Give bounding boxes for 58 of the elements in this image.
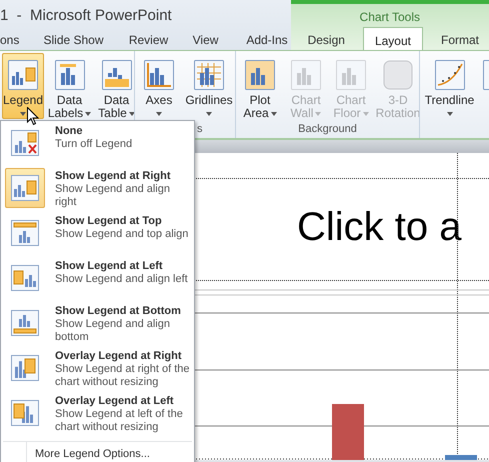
trendline-button[interactable]: Trendline [422, 53, 477, 119]
menu-item[interactable]: Show Legend at Top Show Legend and top align [1, 213, 194, 258]
menu-item-title: Show Legend at Right [55, 170, 172, 183]
more-options-item[interactable]: More Legend Options... [35, 446, 150, 462]
ribbon-tab[interactable]: View [193, 28, 218, 50]
menu-item-title: None [55, 125, 84, 138]
menu-item[interactable]: Show Legend at Right Show Legend and align right [1, 168, 194, 213]
menu-item-description: Show Legend and align left [55, 273, 189, 286]
legend-layout-icon [10, 308, 40, 338]
menu-item-description: Show Legend and align bottom [55, 318, 171, 344]
chart-labels-icon [54, 59, 86, 91]
menu-item[interactable]: Show Legend at Left Show Legend and align left [1, 258, 194, 303]
chart-legend-icon [7, 59, 39, 91]
menu-item-title: Show Legend at Bottom [55, 305, 182, 318]
menu-item-description: Show Legend and align right [55, 183, 171, 209]
contextual-title: Chart Tools [360, 9, 420, 26]
menu-item-description: Show Legend at right of the chart without resizing [55, 363, 190, 389]
menu-item-description: Show Legend and top align [55, 228, 190, 241]
chart-table-icon [100, 59, 132, 91]
group-label: Background [298, 122, 357, 137]
legend-layout-icon [10, 128, 40, 158]
menu-item-title: Show Legend at Top [55, 215, 163, 228]
gridlines-icon [193, 59, 225, 91]
chart-wall-icon [290, 59, 322, 91]
ribbon-tab[interactable]: Design [298, 27, 355, 50]
data-table-button[interactable]: Data Table [95, 53, 134, 119]
ribbon-tab[interactable]: Review [130, 28, 167, 50]
plot-area-button[interactable]: Plot Area [238, 53, 282, 119]
data-labels-button[interactable]: Data Labels [47, 53, 92, 119]
rounded-square-icon [382, 59, 414, 91]
chart-floor-icon [335, 59, 367, 91]
plot-area-icon [244, 59, 276, 91]
axes-button[interactable]: Axes [137, 53, 181, 119]
ribbon-tab[interactable]: Format [430, 27, 489, 50]
menu-item[interactable]: None Turn off Legend [1, 123, 194, 168]
group-label: s [197, 122, 202, 137]
ribbon-tab[interactable]: ons [0, 28, 20, 50]
menu-item-title: Show Legend at Left [55, 260, 164, 273]
menu-item-description: Show Legend at left of the chart without resizing [55, 408, 184, 434]
legend-layout-icon [10, 398, 40, 428]
legend-layout-icon [10, 353, 40, 383]
menu-item[interactable]: Show Legend at Bottom Show Legend and align bottom [1, 303, 194, 348]
legend-layout-icon [10, 263, 40, 293]
ribbon-tab[interactable]: Slide Show [45, 28, 102, 50]
ribbon-tab[interactable]: Layout [362, 27, 423, 50]
menu-item-description: Turn off Legend [55, 138, 134, 151]
chart-axes-icon [143, 59, 175, 91]
menu-item-title: Overlay Legend at Left [55, 395, 175, 408]
window-title: 1 - Microsoft PowerPoint [0, 6, 173, 26]
menu-item[interactable]: Overlay Legend at Right Show Legend at right of the chart without resizing [1, 348, 194, 393]
legend-layout-icon [10, 218, 40, 248]
slide-title: Click to a [297, 204, 462, 251]
menu-item[interactable]: Overlay Legend at Left Show Legend at left of the chart without resizing [1, 393, 194, 438]
menu-item-title: Overlay Legend at Right [55, 350, 183, 363]
trendline-icon [434, 59, 466, 91]
gridlines-button[interactable]: Gridlines [184, 53, 234, 119]
legend-button[interactable]: Legend [2, 53, 44, 119]
ribbon-tab[interactable]: Add-Ins [247, 28, 287, 50]
